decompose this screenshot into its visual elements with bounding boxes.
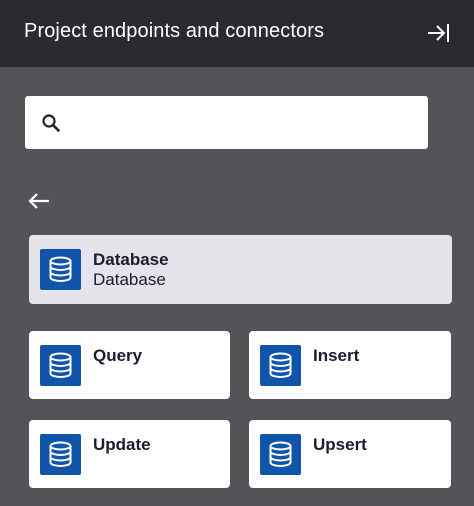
connector-title: Database	[93, 250, 169, 269]
operation-label: Upsert	[313, 435, 367, 454]
operation-card-query[interactable]: Query	[29, 331, 230, 399]
operation-card-insert[interactable]: Insert	[249, 331, 451, 399]
operation-card-update[interactable]: Update	[29, 420, 230, 488]
back-button[interactable]	[27, 190, 51, 212]
database-icon	[40, 249, 81, 290]
search-box	[25, 96, 428, 149]
connector-subtitle: Database	[93, 270, 166, 289]
collapse-panel-icon	[428, 24, 449, 42]
operation-card-upsert[interactable]: Upsert	[249, 420, 451, 488]
operation-label: Update	[93, 435, 151, 454]
search-input[interactable]	[73, 104, 418, 141]
database-icon	[40, 345, 81, 386]
search-icon	[42, 114, 60, 132]
database-icon	[260, 434, 301, 475]
database-icon	[260, 345, 301, 386]
operation-label: Query	[93, 346, 143, 365]
arrow-left-icon	[28, 193, 49, 209]
panel-header: Project endpoints and connectors	[0, 0, 474, 67]
panel-title: Project endpoints and connectors	[24, 20, 325, 42]
operation-label: Insert	[313, 346, 360, 365]
selected-connector-card[interactable]: Database Database	[29, 235, 452, 304]
database-icon	[40, 434, 81, 475]
collapse-panel-button[interactable]	[426, 20, 452, 46]
